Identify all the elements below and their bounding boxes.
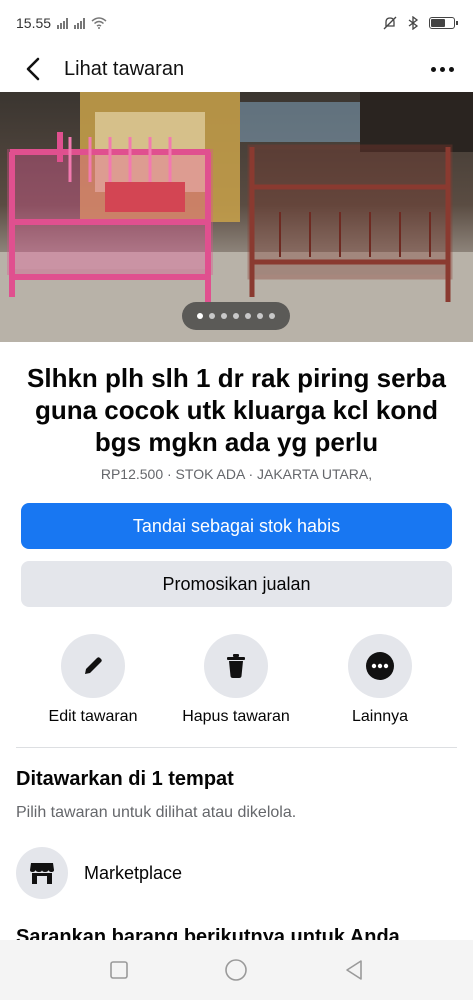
gallery-dot[interactable] bbox=[245, 313, 251, 319]
delete-listing-button[interactable]: Hapus tawaran bbox=[161, 634, 311, 726]
pencil-icon[interactable] bbox=[61, 634, 125, 698]
battery-charging-icon bbox=[429, 17, 458, 29]
signal-x-icon bbox=[57, 17, 69, 29]
marketplace-item[interactable]: Marketplace bbox=[16, 846, 457, 900]
next-section-partial: Sarankan barang berikutnya untuk Anda bbox=[16, 926, 457, 940]
trash-icon[interactable] bbox=[204, 634, 268, 698]
status-time: 15.55 bbox=[16, 15, 52, 31]
page-title: Lihat tawaran bbox=[64, 57, 185, 80]
offered-section-title: Ditawarkan di 1 tempat bbox=[16, 768, 234, 790]
signal-x-icon bbox=[74, 17, 86, 29]
gallery-dot[interactable] bbox=[233, 313, 239, 319]
mute-icon bbox=[383, 16, 397, 30]
gallery-dot[interactable] bbox=[257, 313, 263, 319]
gallery-pagination[interactable] bbox=[182, 302, 290, 330]
more-circle-icon[interactable] bbox=[348, 634, 412, 698]
recent-apps-icon[interactable] bbox=[99, 950, 139, 990]
promote-button[interactable]: Promosikan jualan bbox=[21, 561, 452, 607]
delete-listing-label: Hapus tawaran bbox=[182, 708, 290, 725]
marketplace-label: Marketplace bbox=[84, 862, 183, 883]
marketplace-shop-icon bbox=[16, 847, 68, 899]
status-right bbox=[383, 16, 458, 30]
listing-actions: Edit tawaran Hapus tawaran Lainnya bbox=[0, 634, 473, 734]
more-options-button[interactable]: Lainnya bbox=[305, 634, 455, 726]
edit-listing-button[interactable]: Edit tawaran bbox=[18, 634, 168, 726]
mark-sold-button[interactable]: Tandai sebagai stok habis bbox=[21, 503, 452, 549]
wifi-icon bbox=[91, 17, 107, 29]
listing-title: Slhkn plh slh 1 dr rak piring serba guna… bbox=[27, 363, 446, 457]
bluetooth-icon bbox=[408, 16, 419, 30]
app-header: Lihat tawaran bbox=[0, 46, 473, 92]
home-icon[interactable] bbox=[216, 950, 256, 990]
gallery-dot[interactable] bbox=[221, 313, 227, 319]
gallery-dot[interactable] bbox=[269, 313, 275, 319]
listing-meta: RP12.500 · STOK ADA · JAKARTA UTARA, bbox=[100, 466, 373, 482]
next-section-title: Sarankan barang berikutnya untuk Anda bbox=[16, 926, 400, 940]
more-dots-icon[interactable] bbox=[425, 54, 459, 84]
status-left: 15.55 bbox=[16, 15, 107, 31]
gallery-dot[interactable] bbox=[197, 313, 203, 319]
more-options-label: Lainnya bbox=[351, 708, 409, 725]
system-nav-bar bbox=[0, 940, 473, 1000]
edit-listing-label: Edit tawaran bbox=[48, 708, 138, 725]
back-triangle-icon[interactable] bbox=[334, 950, 374, 990]
back-arrow-icon[interactable] bbox=[18, 54, 48, 84]
offered-section-subtitle: Pilih tawaran untuk dilihat atau dikelol… bbox=[16, 804, 297, 821]
divider bbox=[16, 747, 457, 748]
status-bar: 15.55 bbox=[0, 0, 473, 46]
gallery-dot[interactable] bbox=[209, 313, 215, 319]
